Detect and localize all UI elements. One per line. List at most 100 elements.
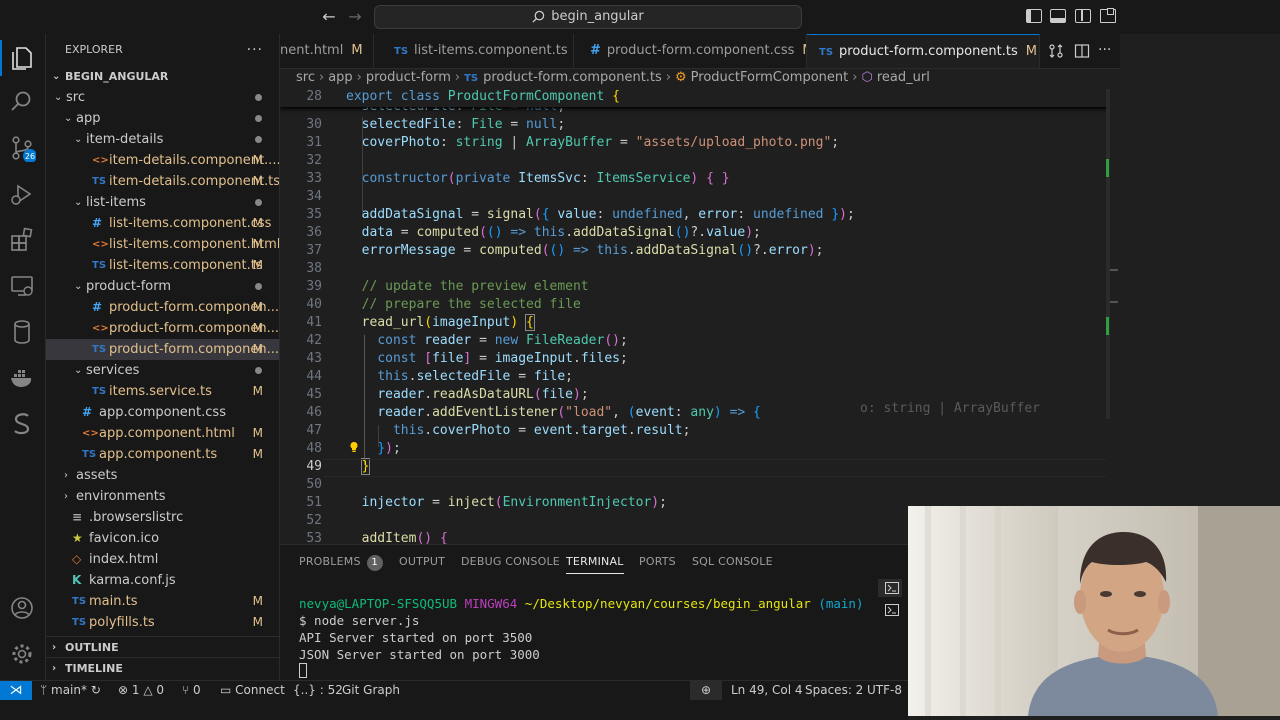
run-debug-icon[interactable]	[8, 180, 38, 210]
breadcrumb-item[interactable]: product-form	[366, 70, 451, 85]
file-item[interactable]: TS product-form.componen... M	[46, 339, 279, 360]
encoding-status[interactable]: UTF-8	[867, 681, 902, 700]
file-item[interactable]: # app.component.css	[46, 402, 279, 423]
extensions-icon[interactable]	[8, 226, 38, 256]
command-center-search[interactable]: begin_angular	[374, 5, 802, 29]
file-item[interactable]: TS app.component.ts M	[46, 444, 279, 465]
tab-product-form-css[interactable]: #product-form.component.cssM	[574, 34, 807, 68]
tab-list-items-ts[interactable]: TSlist-items.component.tsM	[374, 34, 574, 68]
tab-modified-badge: M	[351, 43, 363, 58]
line-number: 30	[306, 117, 322, 132]
outline-section[interactable]: › OUTLINE	[46, 636, 279, 657]
file-name: index.html	[89, 552, 159, 567]
folder-item[interactable]: ⌄ product-form	[46, 276, 279, 297]
file-item[interactable]: # product-form.componen... M	[46, 297, 279, 318]
problems-status[interactable]: ⊗ 1 △ 0	[118, 681, 164, 700]
file-item[interactable]: Kkarma.conf.js	[46, 570, 279, 591]
folder-item[interactable]: ⌄ app	[46, 108, 279, 129]
breadcrumb-item[interactable]: product-form.component.ts	[483, 70, 662, 85]
scrollbar-slider[interactable]	[1106, 89, 1110, 419]
terminal-cursor[interactable]	[299, 663, 307, 678]
folder-item[interactable]: ⌄ src	[46, 87, 279, 108]
file-item[interactable]: ≡ .browserslistrc	[46, 507, 279, 528]
file-item[interactable]: ★ favicon.ico	[46, 528, 279, 549]
toggle-secondary-sidebar-icon[interactable]	[1075, 9, 1091, 23]
file-item[interactable]: TS main.ts M	[46, 591, 279, 612]
html5-file-icon: ◇	[72, 552, 82, 566]
tab-terminal[interactable]: TERMINAL	[566, 555, 624, 574]
file-item[interactable]: # list-items.component.css M	[46, 213, 279, 234]
folder-item[interactable]: › environments	[46, 486, 279, 507]
ports-status[interactable]: ⑂ 0	[182, 681, 201, 700]
file-name: app.component.css	[99, 405, 226, 420]
file-item[interactable]: TS items.service.ts M	[46, 381, 279, 402]
file-item[interactable]: <> app.component.html M	[46, 423, 279, 444]
database-icon[interactable]	[8, 318, 38, 348]
breadcrumb-item[interactable]: app	[328, 70, 352, 85]
folder-item[interactable]: ⌄ list-items	[46, 192, 279, 213]
back-button[interactable]: ←	[318, 7, 340, 27]
folder-item[interactable]: › assets	[46, 465, 279, 486]
timeline-section[interactable]: › TIMELINE	[46, 657, 279, 678]
overview-marker	[1110, 269, 1118, 271]
source-control-icon[interactable]: 26	[8, 134, 38, 164]
overview-ruler[interactable]	[1106, 89, 1120, 544]
tab-output[interactable]: OUTPUT	[399, 555, 445, 568]
folder-item[interactable]: ⌄ services	[46, 360, 279, 381]
split-editor-icon[interactable]	[1074, 43, 1090, 59]
modified-badge: M	[252, 300, 263, 314]
brackets-status[interactable]: {..} : 52	[293, 681, 343, 700]
tab-product-form-ts[interactable]: TSproduct-form.component.tsM✕	[807, 34, 1040, 68]
breadcrumb-item[interactable]: ProductFormComponent	[691, 70, 849, 85]
accounts-icon[interactable]	[8, 594, 38, 624]
file-name: polyfills.ts	[89, 615, 155, 630]
compare-changes-icon[interactable]	[1048, 43, 1064, 59]
file-item[interactable]: TS list-items.component.ts M	[46, 255, 279, 276]
sql-extension-icon[interactable]	[8, 410, 38, 440]
manage-gear-icon[interactable]	[8, 640, 38, 670]
zoom-icon[interactable]: ⊕	[690, 681, 722, 700]
tab-problems[interactable]: PROBLEMS 1	[299, 555, 383, 571]
file-item[interactable]: <> product-form.componen... M	[46, 318, 279, 339]
breadcrumb-item[interactable]: src	[296, 70, 315, 85]
git-branch-status[interactable]: ᛘ main* ↻	[40, 681, 101, 700]
connect-label: Connect	[235, 683, 285, 697]
remote-explorer-icon[interactable]	[8, 272, 38, 302]
terminal-instance-bash[interactable]	[878, 579, 902, 597]
connect-status[interactable]: ▭ Connect	[220, 681, 285, 700]
git-graph-status[interactable]: Git Graph	[342, 681, 400, 700]
lightbulb-icon[interactable]	[348, 441, 360, 453]
file-item[interactable]: ◇ index.html	[46, 549, 279, 570]
toggle-panel-icon[interactable]	[1050, 9, 1066, 23]
file-name: item-details	[86, 132, 164, 147]
more-actions-icon[interactable]: ···	[1098, 42, 1111, 58]
breadcrumb-item[interactable]: read_url	[877, 70, 930, 85]
code-editor[interactable]: 28 30 31 32 33 34 35 36 37 38 39 40 41 42 43 44 45 46 47 48…	[280, 89, 1120, 544]
file-item[interactable]: <> list-items.component.html M	[46, 234, 279, 255]
remote-indicator-icon[interactable]: ⋊	[0, 681, 32, 701]
chevron-right-icon: ›	[64, 470, 68, 481]
indentation-status[interactable]: Spaces: 2	[805, 681, 863, 700]
tab-ports[interactable]: PORTS	[639, 555, 676, 568]
file-item[interactable]: <> item-details.component.... M	[46, 150, 279, 171]
file-name: environments	[76, 489, 166, 504]
line-number: 35	[306, 207, 322, 222]
folder-item[interactable]: ⌄ item-details	[46, 129, 279, 150]
customize-layout-icon[interactable]	[1100, 8, 1116, 23]
explorer-icon[interactable]	[8, 44, 38, 74]
search-icon[interactable]	[8, 88, 38, 118]
tab-sql-console[interactable]: SQL CONSOLE	[692, 555, 773, 568]
cursor-position[interactable]: Ln 49, Col 4	[731, 681, 803, 700]
more-actions-icon[interactable]: ···	[247, 34, 263, 66]
toggle-primary-sidebar-icon[interactable]	[1026, 9, 1042, 23]
karma-file-icon: K	[72, 573, 82, 587]
file-item[interactable]: TS polyfills.ts M	[46, 612, 279, 633]
file-item[interactable]: TS item-details.component.ts M	[46, 171, 279, 192]
terminal-instance-node[interactable]	[878, 601, 902, 619]
workspace-root[interactable]: ⌄ BEGIN_ANGULAR	[46, 66, 279, 87]
inline-hint: o: string | ArrayBuffer	[860, 401, 1041, 416]
docker-icon[interactable]	[8, 364, 38, 394]
tab-app-component-html[interactable]: nent.html M	[280, 34, 374, 68]
forward-button[interactable]: →	[344, 7, 366, 27]
tab-debug-console[interactable]: DEBUG CONSOLE	[461, 555, 560, 568]
